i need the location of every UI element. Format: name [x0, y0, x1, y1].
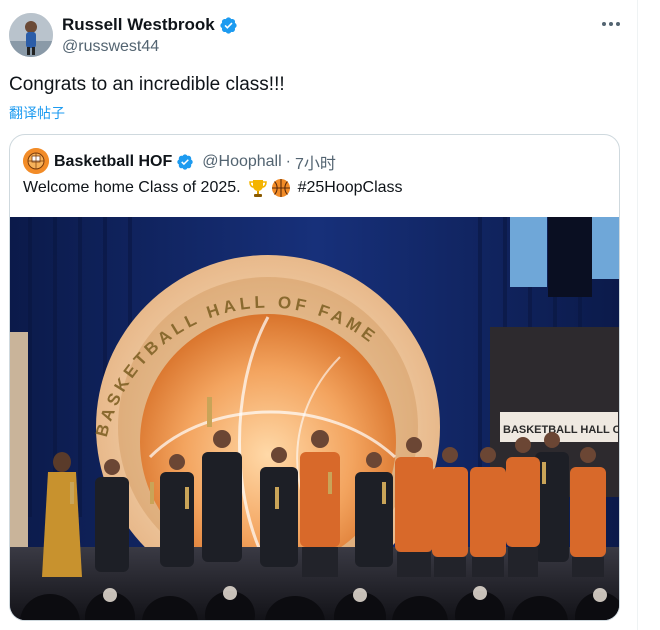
screen-right — [592, 217, 619, 279]
quote-text: Welcome home Class of 2025. #25HoopClass — [23, 178, 403, 198]
quote-author-avatar[interactable] — [23, 148, 49, 174]
quote-author-handle[interactable]: @Hoophall — [202, 153, 281, 171]
basketball-emoji — [271, 179, 290, 197]
tweet-text: Congrats to an incredible class!!! — [9, 74, 285, 95]
author-name[interactable]: Russell Westbrook — [62, 15, 238, 35]
more-dot — [609, 22, 613, 26]
more-options-button[interactable] — [598, 14, 624, 34]
banner-text: BASKETBALL HALL OF FA — [503, 424, 620, 436]
translate-post-link[interactable]: 翻译帖子 — [9, 103, 65, 123]
quote-header: Basketball HOF @Hoophall · 7小时 — [54, 150, 336, 174]
quoted-post-card[interactable]: Basketball HOF @Hoophall · 7小时 Welcome h… — [9, 134, 620, 621]
quote-author-name[interactable]: Basketball HOF — [54, 153, 172, 171]
column-divider — [637, 0, 638, 630]
author-avatar[interactable] — [9, 13, 53, 57]
verified-badge-icon — [177, 154, 193, 170]
separator-dot: · — [285, 153, 291, 170]
author-handle[interactable]: @russwest44 — [62, 38, 159, 56]
trophy-emoji — [248, 180, 267, 197]
basketball-hof-logo-icon — [23, 148, 49, 174]
quote-text-body: Welcome home Class of 2025. — [23, 179, 241, 196]
hall-of-fame-ceremony-photo[interactable]: BASKETBALL HALL OF FA BASKETBALL HALL OF… — [10, 217, 620, 620]
more-dot — [616, 22, 620, 26]
verified-badge-icon — [220, 16, 237, 34]
more-horizontal-icon — [602, 22, 606, 26]
quote-timestamp[interactable]: 7小时 — [295, 150, 336, 174]
author-name-text[interactable]: Russell Westbrook — [62, 15, 215, 35]
hashtag[interactable]: #25HoopClass — [298, 179, 403, 197]
screen-left — [510, 217, 547, 287]
